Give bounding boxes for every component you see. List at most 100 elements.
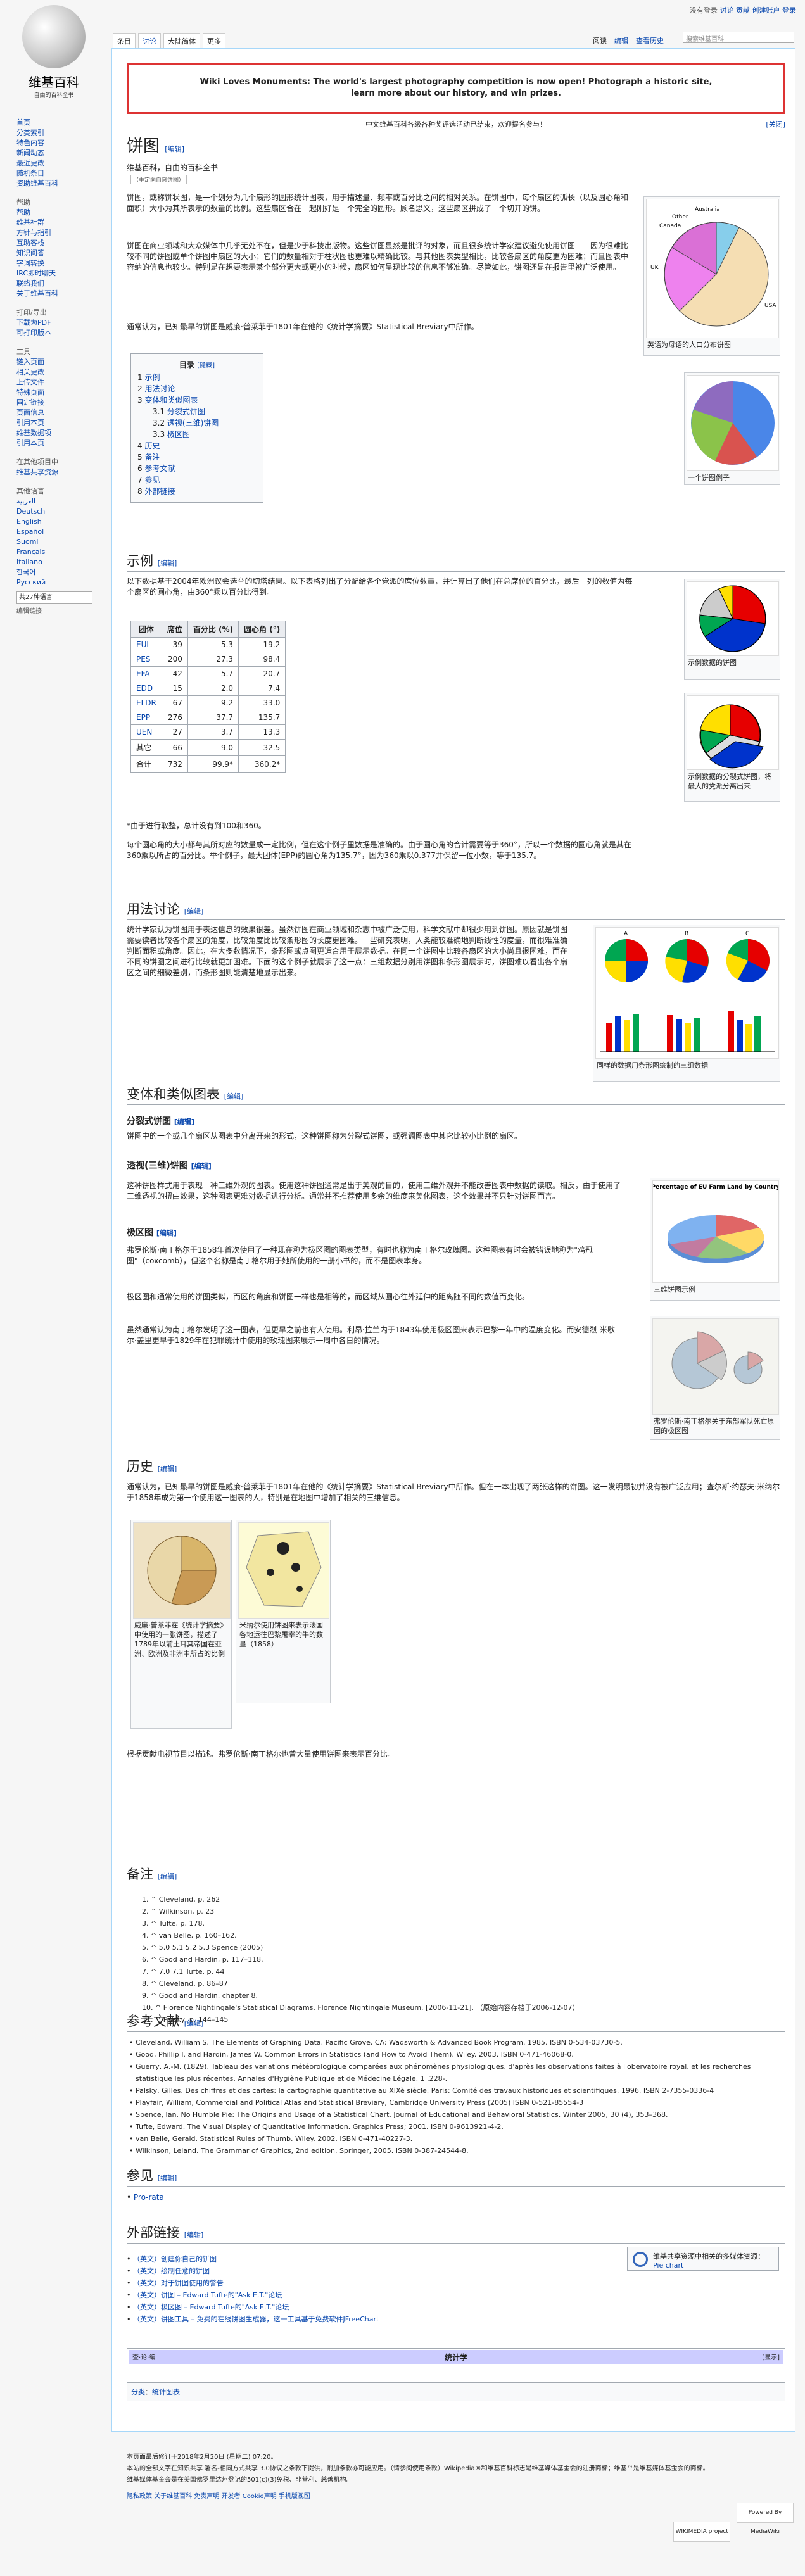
- section-edit-link[interactable]: [编辑]: [158, 1872, 177, 1881]
- subsection-edit-link[interactable]: [编辑]: [174, 1118, 194, 1126]
- table-header[interactable]: 席位: [161, 621, 188, 638]
- language-search-button[interactable]: 共27种语言: [16, 591, 92, 604]
- tab-talk[interactable]: 讨论: [138, 33, 161, 49]
- table-header[interactable]: 百分比 (%): [187, 621, 239, 638]
- pie-vs-bar-image[interactable]: A B C: [595, 927, 779, 1059]
- wikimedia-logo[interactable]: WIKIMEDIA project: [673, 2522, 731, 2542]
- section-edit-link[interactable]: [编辑]: [224, 1092, 244, 1101]
- tab-article[interactable]: 条目: [113, 33, 136, 49]
- toc-link[interactable]: 参考文献: [144, 464, 175, 473]
- playfair-image[interactable]: [133, 1522, 231, 1619]
- sidebar-help-link[interactable]: 帮助: [16, 208, 92, 218]
- sidebar-help-link[interactable]: 联络我们: [16, 279, 92, 289]
- sidebar-help-link[interactable]: IRC即时聊天: [16, 268, 92, 279]
- pie-chart-english-image[interactable]: Australia Other Canada UK USA: [646, 199, 779, 338]
- search-input[interactable]: 搜索维基百科: [683, 32, 794, 43]
- exploded-pie-image[interactable]: [687, 695, 779, 770]
- toc-item[interactable]: 3.1 分裂式饼图: [137, 406, 257, 417]
- toc-item[interactable]: 7 参见: [137, 474, 257, 486]
- sidebar-print-link[interactable]: 下载为PDF: [16, 318, 92, 328]
- sidebar-nav-link[interactable]: 资助维基百科: [16, 179, 92, 189]
- external-link[interactable]: （英文）饼图 – Edward Tufte的"Ask E.T."论坛: [133, 2291, 282, 2299]
- election-pie-image[interactable]: [687, 581, 779, 656]
- toc-item[interactable]: 3.3 极区图: [137, 429, 257, 440]
- sidebar-nav-link[interactable]: 特色内容: [16, 138, 92, 148]
- toc-link[interactable]: 透视(三维)饼图: [167, 419, 219, 427]
- footer-link[interactable]: 隐私政策: [127, 2493, 152, 2500]
- sidebar-lang-link[interactable]: Deutsch: [16, 507, 92, 517]
- section-edit-link[interactable]: [编辑]: [184, 2231, 204, 2239]
- nightingale-image[interactable]: [652, 1318, 779, 1415]
- sidebar-help-link[interactable]: 方针与指引: [16, 228, 92, 238]
- site-banner[interactable]: Wiki Loves Monuments: The world's larges…: [127, 63, 785, 114]
- sidebar-tool-link[interactable]: 引用本页: [16, 438, 92, 448]
- tab-read[interactable]: 阅读: [589, 33, 611, 48]
- sidebar-tool-link[interactable]: 链入页面: [16, 357, 92, 367]
- wiki-logo[interactable]: 维基百科 自由的百科全书: [13, 5, 95, 99]
- sidebar-lang-link[interactable]: 한국어: [16, 567, 92, 578]
- minard-image[interactable]: [238, 1522, 329, 1619]
- section-edit-link[interactable]: [编辑]: [158, 2174, 177, 2182]
- footer-link[interactable]: 关于维基百科: [154, 2493, 192, 2500]
- edit-links-link[interactable]: 编辑链接: [16, 607, 92, 617]
- toc-link[interactable]: 备注: [144, 453, 160, 462]
- create-account-link[interactable]: 创建账户: [752, 6, 780, 15]
- toc-item[interactable]: 3 变体和类似图表: [137, 395, 257, 406]
- toc-item[interactable]: 8 外部链接: [137, 486, 257, 497]
- toc-item[interactable]: 4 历史: [137, 440, 257, 451]
- toc-link[interactable]: 参见: [144, 476, 160, 484]
- sidebar-lang-link[interactable]: Русский: [16, 578, 92, 588]
- toc-link[interactable]: 极区图: [167, 430, 190, 439]
- tab-variant[interactable]: 大陆简体: [163, 33, 200, 49]
- sidebar-tool-link[interactable]: 引用本页: [16, 418, 92, 428]
- contributions-link[interactable]: 贡献: [736, 6, 750, 15]
- sidebar-lang-link[interactable]: Français: [16, 547, 92, 557]
- external-link[interactable]: （英文）绘制任意的饼图: [133, 2267, 210, 2275]
- sidebar-lang-link[interactable]: Suomi: [16, 537, 92, 547]
- subsection-edit-link[interactable]: [编辑]: [156, 1229, 177, 1237]
- sidebar-nav-link[interactable]: 新闻动态: [16, 148, 92, 158]
- notice-close-link[interactable]: [关闭]: [766, 119, 785, 129]
- external-link[interactable]: （英文）对于饼图使用的警告: [133, 2279, 224, 2287]
- toc-link[interactable]: 变体和类似图表: [144, 396, 198, 405]
- subsection-edit-link[interactable]: [编辑]: [191, 1162, 212, 1170]
- sidebar-help-link[interactable]: 维基社群: [16, 218, 92, 228]
- title-edit-link[interactable]: [编辑]: [165, 145, 184, 153]
- sidebar-help-link[interactable]: 互助客栈: [16, 238, 92, 248]
- external-link[interactable]: （英文）极区图 – Edward Tufte的"Ask E.T."论坛: [133, 2303, 289, 2311]
- sidebar-help-link[interactable]: 关于维基百科: [16, 289, 92, 299]
- toc-hide-link[interactable]: [隐藏]: [197, 362, 215, 369]
- redirect-note[interactable]: （重定向自圆饼图）: [130, 175, 187, 184]
- tab-edit[interactable]: 编辑: [611, 33, 632, 48]
- sidebar-nav-link[interactable]: 首页: [16, 118, 92, 128]
- external-link[interactable]: （英文）创建你自己的饼图: [133, 2255, 217, 2263]
- sidebar-lang-link[interactable]: Italiano: [16, 557, 92, 567]
- categories-label[interactable]: 分类: [131, 2388, 145, 2396]
- mediawiki-logo[interactable]: Powered By MediaWiki: [737, 2503, 794, 2535]
- navbox-show-toggle[interactable]: [显示]: [762, 2352, 780, 2361]
- footer-link[interactable]: 手机版视图: [279, 2493, 310, 2500]
- sidebar-nav-link[interactable]: 最近更改: [16, 158, 92, 168]
- sidebar-nav-link[interactable]: 分类索引: [16, 128, 92, 138]
- sidebar-lang-link[interactable]: العربية: [16, 496, 92, 507]
- see-also-link[interactable]: Pro-rata: [134, 2193, 164, 2202]
- login-link[interactable]: 登录: [782, 6, 796, 15]
- section-edit-link[interactable]: [编辑]: [184, 2019, 204, 2028]
- external-link[interactable]: （英文）饼图工具 – 免费的在线饼图生成器，这一工具基于免费软件JFreeCha…: [133, 2315, 379, 2323]
- sidebar-nav-link[interactable]: 随机条目: [16, 168, 92, 179]
- sidebar-lang-link[interactable]: English: [16, 517, 92, 527]
- toc-link[interactable]: 分裂式饼图: [167, 407, 205, 416]
- section-edit-link[interactable]: [编辑]: [184, 907, 204, 916]
- sidebar-tool-link[interactable]: 上传文件: [16, 377, 92, 388]
- tab-more[interactable]: 更多: [203, 33, 225, 49]
- toc-link[interactable]: 用法讨论: [144, 384, 175, 393]
- category-link[interactable]: 统计图表: [152, 2388, 180, 2396]
- footer-link[interactable]: 开发者: [222, 2493, 241, 2500]
- sidebar-help-link[interactable]: 字词转换: [16, 258, 92, 268]
- section-edit-link[interactable]: [编辑]: [158, 559, 177, 567]
- toc-item[interactable]: 6 参考文献: [137, 463, 257, 474]
- footer-link[interactable]: 免责声明: [194, 2493, 219, 2500]
- sidebar-print-link[interactable]: 可打印版本: [16, 328, 92, 338]
- sidebar-tool-link[interactable]: 固定链接: [16, 398, 92, 408]
- navbox-title[interactable]: 统计学: [445, 2353, 467, 2362]
